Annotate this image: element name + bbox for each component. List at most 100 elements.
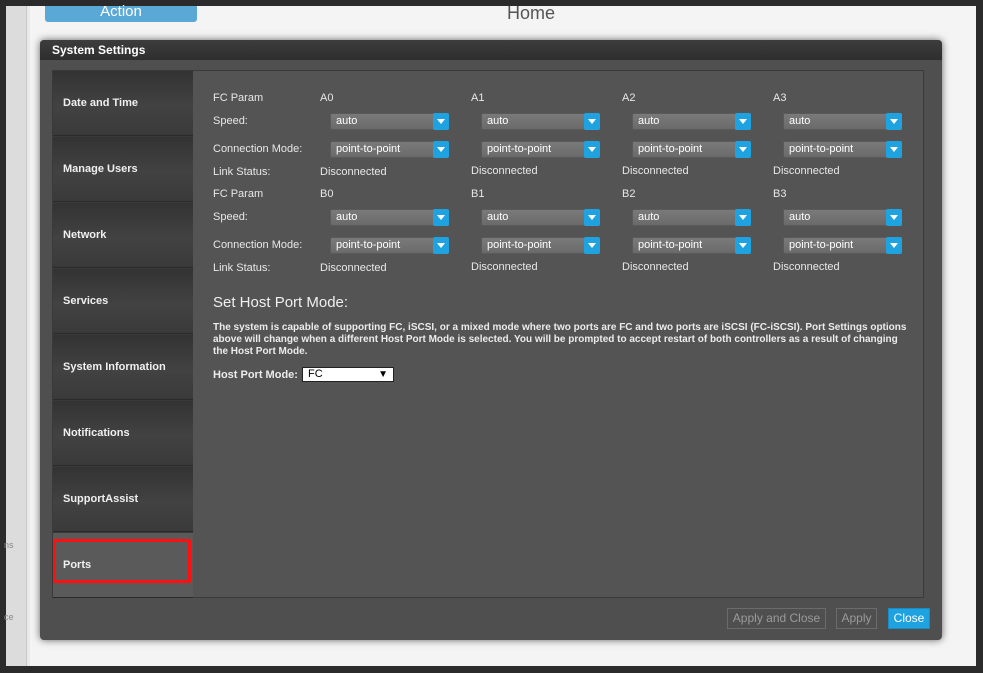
link-status-label: Link Status: (213, 166, 271, 178)
fc-param-label: FC Param (213, 188, 264, 200)
chevron-down-icon (433, 113, 449, 130)
background-fragment: ce (4, 612, 14, 622)
close-button[interactable]: Close (888, 608, 930, 629)
port-name-a1: A1 (471, 92, 485, 104)
connection-mode-select-b1[interactable]: point-to-point (481, 237, 600, 254)
speed-select-b0[interactable]: auto (330, 209, 449, 226)
connection-mode-select-b3[interactable]: point-to-point (783, 237, 902, 254)
speed-select-b2[interactable]: auto (632, 209, 751, 226)
connection-mode-label: Connection Mode: (213, 239, 303, 251)
sidebar-item-supportassist[interactable]: SupportAssist (53, 467, 193, 532)
link-status-b1: Disconnected (471, 261, 538, 273)
select-value: auto (789, 211, 811, 223)
sidebar-item-services[interactable]: Services (53, 269, 193, 334)
select-value: point-to-point (487, 143, 552, 155)
host-port-mode-select[interactable]: FC ▼ (302, 367, 394, 382)
link-status-a2: Disconnected (622, 165, 689, 177)
select-value: auto (487, 211, 509, 223)
fc-param-label: FC Param (213, 92, 264, 104)
chevron-down-icon (735, 113, 751, 130)
speed-label: Speed: (213, 211, 248, 223)
select-value: FC (308, 368, 323, 380)
apply-button[interactable]: Apply (836, 608, 877, 629)
port-name-b3: B3 (773, 188, 787, 200)
host-port-mode-description: The system is capable of supporting FC, … (213, 322, 907, 357)
speed-select-b1[interactable]: auto (481, 209, 600, 226)
sidebar-item-label: Network (63, 229, 107, 241)
sidebar-item-network[interactable]: Network (53, 203, 193, 268)
caret-down-icon: ▼ (378, 369, 388, 380)
select-value: auto (336, 211, 358, 223)
port-name-b0: B0 (320, 188, 334, 200)
link-status-b0: Disconnected (320, 262, 387, 274)
dialog-title: System Settings (40, 40, 942, 60)
link-status-a3: Disconnected (773, 165, 840, 177)
home-title: Home (506, 3, 555, 23)
port-name-b2: B2 (622, 188, 636, 200)
connection-mode-select-a0[interactable]: point-to-point (330, 141, 449, 158)
chevron-down-icon (433, 209, 449, 226)
dialog-body: Date and Time Manage Users Network Servi… (52, 70, 924, 598)
chevron-down-icon (886, 141, 902, 158)
select-value: auto (336, 115, 358, 127)
sidebar-item-notifications[interactable]: Notifications (53, 401, 193, 466)
speed-select-b3[interactable]: auto (783, 209, 902, 226)
link-status-a0: Disconnected (320, 166, 387, 178)
ports-highlight-box (53, 539, 191, 583)
link-status-b2: Disconnected (622, 261, 689, 273)
connection-mode-select-a1[interactable]: point-to-point (481, 141, 600, 158)
apply-and-close-button[interactable]: Apply and Close (727, 608, 826, 629)
select-value: auto (638, 211, 660, 223)
chevron-down-icon (584, 237, 600, 254)
chevron-down-icon (584, 141, 600, 158)
sidebar-item-manage-users[interactable]: Manage Users (53, 137, 193, 202)
chevron-down-icon (886, 237, 902, 254)
connection-mode-select-a3[interactable]: point-to-point (783, 141, 902, 158)
chevron-down-icon (735, 209, 751, 226)
sidebar-item-label: Manage Users (63, 163, 138, 175)
speed-select-a1[interactable]: auto (481, 113, 600, 130)
speed-select-a0[interactable]: auto (330, 113, 449, 130)
chevron-down-icon (735, 237, 751, 254)
port-name-b1: B1 (471, 188, 485, 200)
connection-mode-label: Connection Mode: (213, 143, 303, 155)
select-value: point-to-point (487, 239, 552, 251)
chevron-down-icon (735, 141, 751, 158)
speed-select-a2[interactable]: auto (632, 113, 751, 130)
host-port-mode-label: Host Port Mode: (213, 369, 298, 381)
sidebar-item-date-and-time[interactable]: Date and Time (53, 71, 193, 136)
port-name-a3: A3 (773, 92, 787, 104)
chevron-down-icon (886, 113, 902, 130)
port-name-a2: A2 (622, 92, 636, 104)
sidebar-item-label: Notifications (63, 427, 130, 439)
chevron-down-icon (433, 237, 449, 254)
sidebar-item-label: Date and Time (63, 97, 138, 109)
sidebar-item-label: SupportAssist (63, 493, 139, 505)
speed-label: Speed: (213, 115, 248, 127)
link-status-label: Link Status: (213, 262, 271, 274)
port-name-a0: A0 (320, 92, 334, 104)
speed-select-a3[interactable]: auto (783, 113, 902, 130)
select-value: auto (487, 115, 509, 127)
connection-mode-select-b0[interactable]: point-to-point (330, 237, 449, 254)
sidebar-item-label: Services (63, 295, 109, 307)
settings-sidebar: Date and Time Manage Users Network Servi… (53, 71, 193, 598)
sidebar-item-label: System Information (63, 361, 166, 373)
link-status-a1: Disconnected (471, 165, 538, 177)
host-port-mode-title: Set Host Port Mode: (213, 294, 349, 311)
system-settings-dialog: System Settings Date and Time Manage Use… (40, 40, 942, 640)
action-button[interactable]: Action (45, 4, 197, 22)
ports-panel: FC Param Speed: Connection Mode: Link St… (193, 71, 923, 597)
select-value: point-to-point (336, 143, 401, 155)
link-status-b3: Disconnected (773, 261, 840, 273)
chevron-down-icon (584, 113, 600, 130)
background-fragment: ns (4, 540, 14, 550)
sidebar-item-system-information[interactable]: System Information (53, 335, 193, 400)
connection-mode-select-b2[interactable]: point-to-point (632, 237, 751, 254)
select-value: point-to-point (638, 143, 703, 155)
chevron-down-icon (584, 209, 600, 226)
connection-mode-select-a2[interactable]: point-to-point (632, 141, 751, 158)
select-value: point-to-point (789, 143, 854, 155)
background-left-bar: ns ce (4, 6, 27, 666)
select-value: point-to-point (638, 239, 703, 251)
